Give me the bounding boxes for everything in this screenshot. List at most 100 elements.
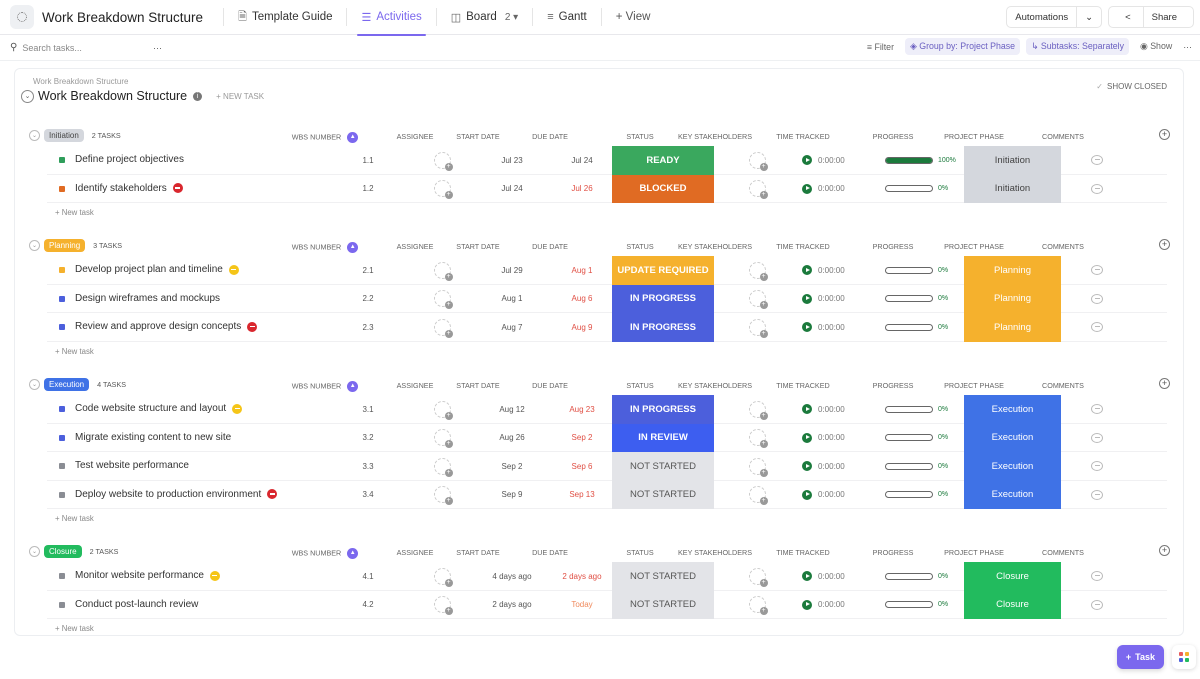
comments-cell[interactable] xyxy=(1077,285,1117,314)
start-date[interactable]: Aug 26 xyxy=(477,424,547,453)
add-stakeholder-icon[interactable] xyxy=(748,180,768,200)
time-tracked[interactable]: 0:00:00 xyxy=(802,256,872,285)
project-phase[interactable]: Execution xyxy=(964,480,1061,509)
column-header-start[interactable]: START DATE xyxy=(443,132,513,141)
show-closed-toggle[interactable]: ✓ SHOW CLOSED xyxy=(1096,82,1167,91)
play-icon[interactable] xyxy=(802,404,812,415)
collapse-group-icon[interactable]: ⌄ xyxy=(29,379,40,390)
time-tracked[interactable]: 0:00:00 xyxy=(802,175,872,204)
status-square-icon[interactable] xyxy=(59,267,65,273)
status-square-icon[interactable] xyxy=(59,295,65,302)
tab-gantt[interactable]: ≡ Gantt xyxy=(541,0,593,35)
time-tracked[interactable]: 0:00:00 xyxy=(802,313,872,342)
task-name[interactable]: Review and approve design concepts xyxy=(75,321,241,332)
task-name[interactable]: Deploy website to production environment xyxy=(75,489,261,500)
add-stakeholder-icon[interactable] xyxy=(748,567,768,587)
time-tracked[interactable]: 0:00:00 xyxy=(802,591,872,620)
sort-icon[interactable]: ▲ xyxy=(347,242,359,253)
time-tracked[interactable]: 0:00:00 xyxy=(802,562,872,591)
automations-button[interactable]: Automations xyxy=(1007,7,1076,27)
column-header-assignee[interactable]: ASSIGNEE xyxy=(380,381,450,390)
task-row[interactable]: Develop project plan and timeline 2.1 Jul … xyxy=(47,256,1167,285)
task-row[interactable]: Define project objectives 1.1 Jul 23Jul 24… xyxy=(47,146,1167,175)
play-icon[interactable] xyxy=(802,571,812,582)
filter-button[interactable]: ≡ Filter xyxy=(862,39,899,55)
time-tracked[interactable]: 0:00:00 xyxy=(802,285,872,314)
time-tracked[interactable]: 0:00:00 xyxy=(802,395,872,424)
status-square-icon[interactable] xyxy=(59,601,65,608)
column-header-wbs[interactable]: WBS NUMBER ▲ xyxy=(290,381,360,392)
group-badge[interactable]: Closure xyxy=(44,545,82,558)
new-task-button[interactable]: + NEW TASK xyxy=(216,92,264,101)
project-phase[interactable]: Execution xyxy=(964,423,1061,452)
comments-cell[interactable] xyxy=(1077,256,1117,285)
comment-icon[interactable] xyxy=(1091,571,1103,582)
due-date[interactable]: Sep 2 xyxy=(547,424,617,453)
status-square-icon[interactable] xyxy=(59,573,65,579)
status-badge[interactable]: BLOCKED xyxy=(612,174,714,203)
add-assignee-icon[interactable] xyxy=(433,180,453,200)
share-button[interactable]: < Share xyxy=(1108,6,1194,28)
subtasks-button[interactable]: ↳ Subtasks: Separately xyxy=(1026,38,1130,55)
add-stakeholder-icon[interactable] xyxy=(748,457,768,477)
comments-cell[interactable] xyxy=(1077,395,1117,424)
status-square-icon[interactable] xyxy=(59,324,65,330)
time-tracked[interactable]: 0:00:00 xyxy=(802,452,872,481)
task-name[interactable]: Code website structure and layout xyxy=(75,403,226,414)
task-name[interactable]: Develop project plan and timeline xyxy=(75,264,223,275)
new-task-row[interactable]: + New task xyxy=(55,342,1185,362)
column-header-phase[interactable]: PROJECT PHASE xyxy=(939,242,1009,251)
column-header-status[interactable]: STATUS xyxy=(605,132,675,141)
play-icon[interactable] xyxy=(802,183,812,194)
status-badge[interactable]: NOT STARTED xyxy=(612,452,714,481)
collapse-group-icon[interactable]: ⌄ xyxy=(29,130,40,141)
comment-icon[interactable] xyxy=(1091,293,1103,304)
assignee-cell[interactable] xyxy=(412,313,472,342)
start-date[interactable]: Sep 2 xyxy=(477,452,547,481)
column-header-comments[interactable]: COMMENTS xyxy=(1028,548,1098,557)
add-assignee-icon[interactable] xyxy=(433,457,453,477)
comment-icon[interactable] xyxy=(1091,265,1103,276)
due-date[interactable]: 2 days ago xyxy=(547,562,617,591)
task-row[interactable]: Deploy website to production environment… xyxy=(47,480,1167,510)
stakeholders-cell[interactable] xyxy=(717,146,797,175)
list-app-icon[interactable] xyxy=(10,5,34,29)
group-badge[interactable]: Planning xyxy=(44,239,86,252)
time-tracked[interactable]: 0:00:00 xyxy=(802,424,872,453)
status-badge[interactable]: IN PROGRESS xyxy=(612,313,714,342)
add-column-icon[interactable]: + xyxy=(1159,129,1170,140)
task-name[interactable]: Conduct post-launch review xyxy=(75,599,198,610)
task-name[interactable]: Monitor website performance xyxy=(75,570,204,581)
time-tracked[interactable]: 0:00:00 xyxy=(802,146,872,175)
due-date[interactable]: Aug 6 xyxy=(547,285,617,314)
add-stakeholder-icon[interactable] xyxy=(748,429,768,449)
task-row[interactable]: Migrate existing content to new site 3.2 A… xyxy=(47,423,1167,453)
start-date[interactable]: Jul 29 xyxy=(477,256,547,285)
group-badge[interactable]: Initiation xyxy=(44,129,84,142)
column-header-start[interactable]: START DATE xyxy=(443,381,513,390)
stakeholders-cell[interactable] xyxy=(717,256,797,285)
start-date[interactable]: Aug 7 xyxy=(477,313,547,342)
group-by-button[interactable]: ◈ Group by: Project Phase xyxy=(905,38,1021,55)
comments-cell[interactable] xyxy=(1077,481,1117,510)
sort-icon[interactable]: ▲ xyxy=(347,381,359,392)
assignee-cell[interactable] xyxy=(412,146,472,175)
stakeholders-cell[interactable] xyxy=(717,591,797,620)
more-icon[interactable]: ··· xyxy=(1183,42,1192,52)
column-header-comments[interactable]: COMMENTS xyxy=(1028,242,1098,251)
comment-icon[interactable] xyxy=(1091,155,1103,166)
status-badge[interactable]: IN REVIEW xyxy=(612,423,714,452)
new-task-row[interactable]: + New task xyxy=(55,509,1185,529)
column-header-start[interactable]: START DATE xyxy=(443,242,513,251)
add-assignee-icon[interactable] xyxy=(433,486,453,506)
comment-icon[interactable] xyxy=(1091,599,1103,610)
status-badge[interactable]: NOT STARTED xyxy=(612,590,714,619)
warning-icon[interactable] xyxy=(209,570,220,581)
project-phase[interactable]: Execution xyxy=(964,452,1061,481)
assignee-cell[interactable] xyxy=(412,591,472,620)
task-name[interactable]: Identify stakeholders xyxy=(75,183,167,194)
add-task-fab[interactable]: + Task xyxy=(1116,645,1164,669)
assignee-cell[interactable] xyxy=(412,256,472,285)
due-date[interactable]: Aug 9 xyxy=(547,313,617,342)
comment-icon[interactable] xyxy=(1091,432,1103,443)
